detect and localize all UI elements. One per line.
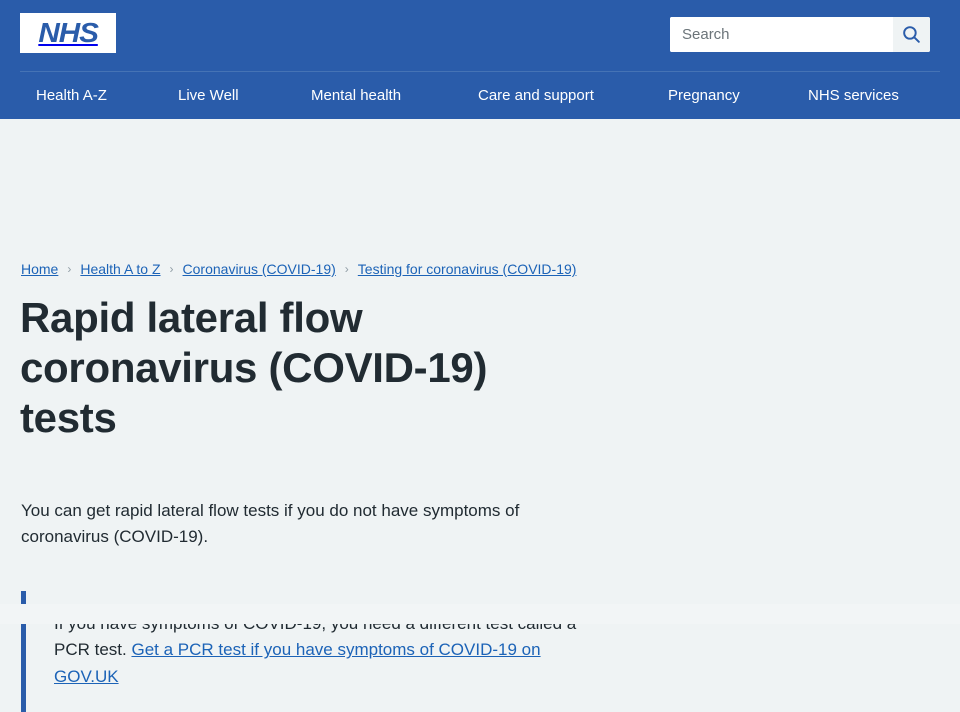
search-button[interactable] — [893, 17, 930, 52]
breadcrumb-separator: › — [169, 262, 174, 276]
nav-item-nhs-services[interactable]: NHS services — [808, 88, 899, 103]
breadcrumb-item-home[interactable]: Home — [21, 261, 58, 277]
site-header: NHS Health A-Z Live Well Mental health Care… — [0, 0, 960, 119]
nhs-page: NHS Health A-Z Live Well Mental health Care… — [0, 0, 960, 712]
nav-item-health-a-z[interactable]: Health A-Z — [36, 88, 107, 103]
breadcrumb-item-health-a-to-z[interactable]: Health A to Z — [80, 261, 160, 277]
nav-item-pregnancy[interactable]: Pregnancy — [668, 88, 740, 103]
breadcrumb-item-coronavirus-covid-19[interactable]: Coronavirus (COVID-19) — [183, 261, 336, 277]
header-top-bar: NHS — [0, 0, 960, 68]
breadcrumb-item-testing-for-coronavirus-covid-19[interactable]: Testing for coronavirus (COVID-19) — [358, 261, 577, 277]
breadcrumb-separator: › — [344, 262, 349, 276]
site-search — [670, 17, 930, 52]
breadcrumb-separator: › — [67, 262, 72, 276]
nav-item-care-and-support[interactable]: Care and support — [478, 88, 594, 103]
footer-strip — [0, 604, 960, 624]
search-input[interactable] — [670, 17, 893, 52]
nav-item-live-well[interactable]: Live Well — [178, 88, 239, 103]
main-content: Home › Health A to Z › Coronavirus (COVID-19… — [0, 119, 960, 712]
nav-item-mental-health[interactable]: Mental health — [311, 88, 401, 103]
nhs-logo-text: NHS — [38, 17, 99, 48]
search-icon — [901, 24, 922, 45]
breadcrumb: Home › Health A to Z › Coronavirus (COVID-19… — [21, 261, 576, 277]
intro-paragraph: You can get rapid lateral flow tests if … — [21, 501, 520, 546]
nhs-logo[interactable]: NHS — [20, 13, 116, 53]
page-title: Rapid lateral flow coronavirus (COVID-19… — [20, 294, 488, 441]
primary-navigation: Health A-Z Live Well Mental health Care and… — [0, 72, 960, 119]
